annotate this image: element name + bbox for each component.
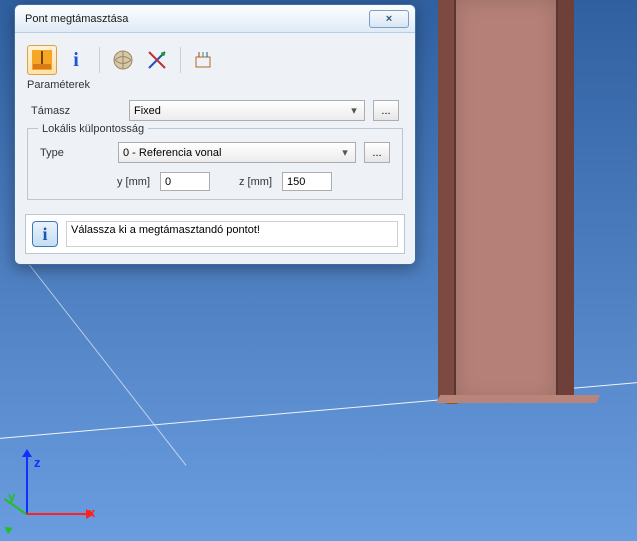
- axis-y-arrow: [2, 524, 12, 535]
- titlebar[interactable]: Pont megtámasztása ×: [15, 5, 415, 33]
- close-icon: ×: [386, 13, 392, 25]
- support-value: Fixed: [134, 105, 161, 117]
- eccentricity-legend: Lokális külpontosság: [38, 123, 148, 135]
- chevron-down-icon: ▾: [346, 103, 362, 118]
- info-icon: i: [73, 49, 79, 72]
- type-more-button[interactable]: ...: [364, 142, 390, 163]
- axis-label-z: z: [34, 455, 41, 470]
- type-value: 0 - Referencia vonal: [123, 147, 221, 159]
- settings-icon: [193, 49, 215, 71]
- tool-select-circle[interactable]: [108, 45, 138, 75]
- type-row: Type 0 - Referencia vonal ▾ ...: [34, 139, 396, 166]
- tool-single-point[interactable]: [27, 45, 57, 75]
- support-label: Támasz: [31, 105, 121, 117]
- beam-web: [456, 0, 556, 400]
- axis-label-y: y: [8, 489, 15, 504]
- type-dropdown[interactable]: 0 - Referencia vonal ▾: [118, 142, 356, 163]
- chevron-down-icon: ▾: [337, 145, 353, 160]
- ellipsis-icon: ...: [372, 147, 381, 159]
- dialog-body: i: [15, 33, 415, 264]
- point-support-dialog: Pont megtámasztása × i: [14, 4, 416, 265]
- toolbar: i: [25, 41, 405, 77]
- globe-icon: [112, 49, 134, 71]
- toolbar-separator: [180, 47, 181, 73]
- i-beam-member[interactable]: [438, 0, 598, 400]
- support-row: Támasz Fixed ▾ ...: [25, 97, 405, 124]
- z-offset-label: z [mm]: [220, 176, 272, 188]
- type-label: Type: [40, 147, 110, 159]
- crossed-lines-icon: [146, 49, 168, 71]
- z-offset-input[interactable]: [282, 172, 332, 191]
- beam-flange: [556, 0, 574, 400]
- axis-z-arrow: [22, 449, 32, 457]
- close-button[interactable]: ×: [369, 10, 409, 28]
- tool-settings[interactable]: [189, 45, 219, 75]
- tool-filter[interactable]: [142, 45, 172, 75]
- support-more-button[interactable]: ...: [373, 100, 399, 121]
- info-badge-icon: i: [32, 221, 58, 247]
- support-dropdown[interactable]: Fixed ▾: [129, 100, 365, 121]
- dialog-title: Pont megtámasztása: [25, 13, 369, 25]
- ellipsis-icon: ...: [381, 105, 390, 117]
- info-message: Válassza ki a megtámasztandó pontot!: [66, 221, 398, 247]
- parameters-label: Paraméterek: [25, 77, 405, 97]
- point-support-icon: [31, 49, 53, 71]
- grid-line-diagonal: [26, 260, 187, 465]
- viewport-3d[interactable]: z x y Pont megtámasztása × i: [0, 0, 637, 541]
- toolbar-separator: [99, 47, 100, 73]
- axis-label-x: x: [88, 505, 95, 520]
- y-offset-input[interactable]: [160, 172, 210, 191]
- beam-flange: [438, 0, 456, 400]
- tool-info[interactable]: i: [61, 45, 91, 75]
- y-offset-label: y [mm]: [98, 176, 150, 188]
- info-panel: i Válassza ki a megtámasztandó pontot!: [25, 214, 405, 254]
- eccentricity-fieldset: Lokális külpontosság Type 0 - Referencia…: [27, 128, 403, 200]
- offset-row: y [mm] z [mm]: [34, 166, 396, 191]
- beam-bottom-face: [436, 395, 601, 403]
- axis-x: [26, 513, 86, 515]
- axis-z: [26, 455, 28, 515]
